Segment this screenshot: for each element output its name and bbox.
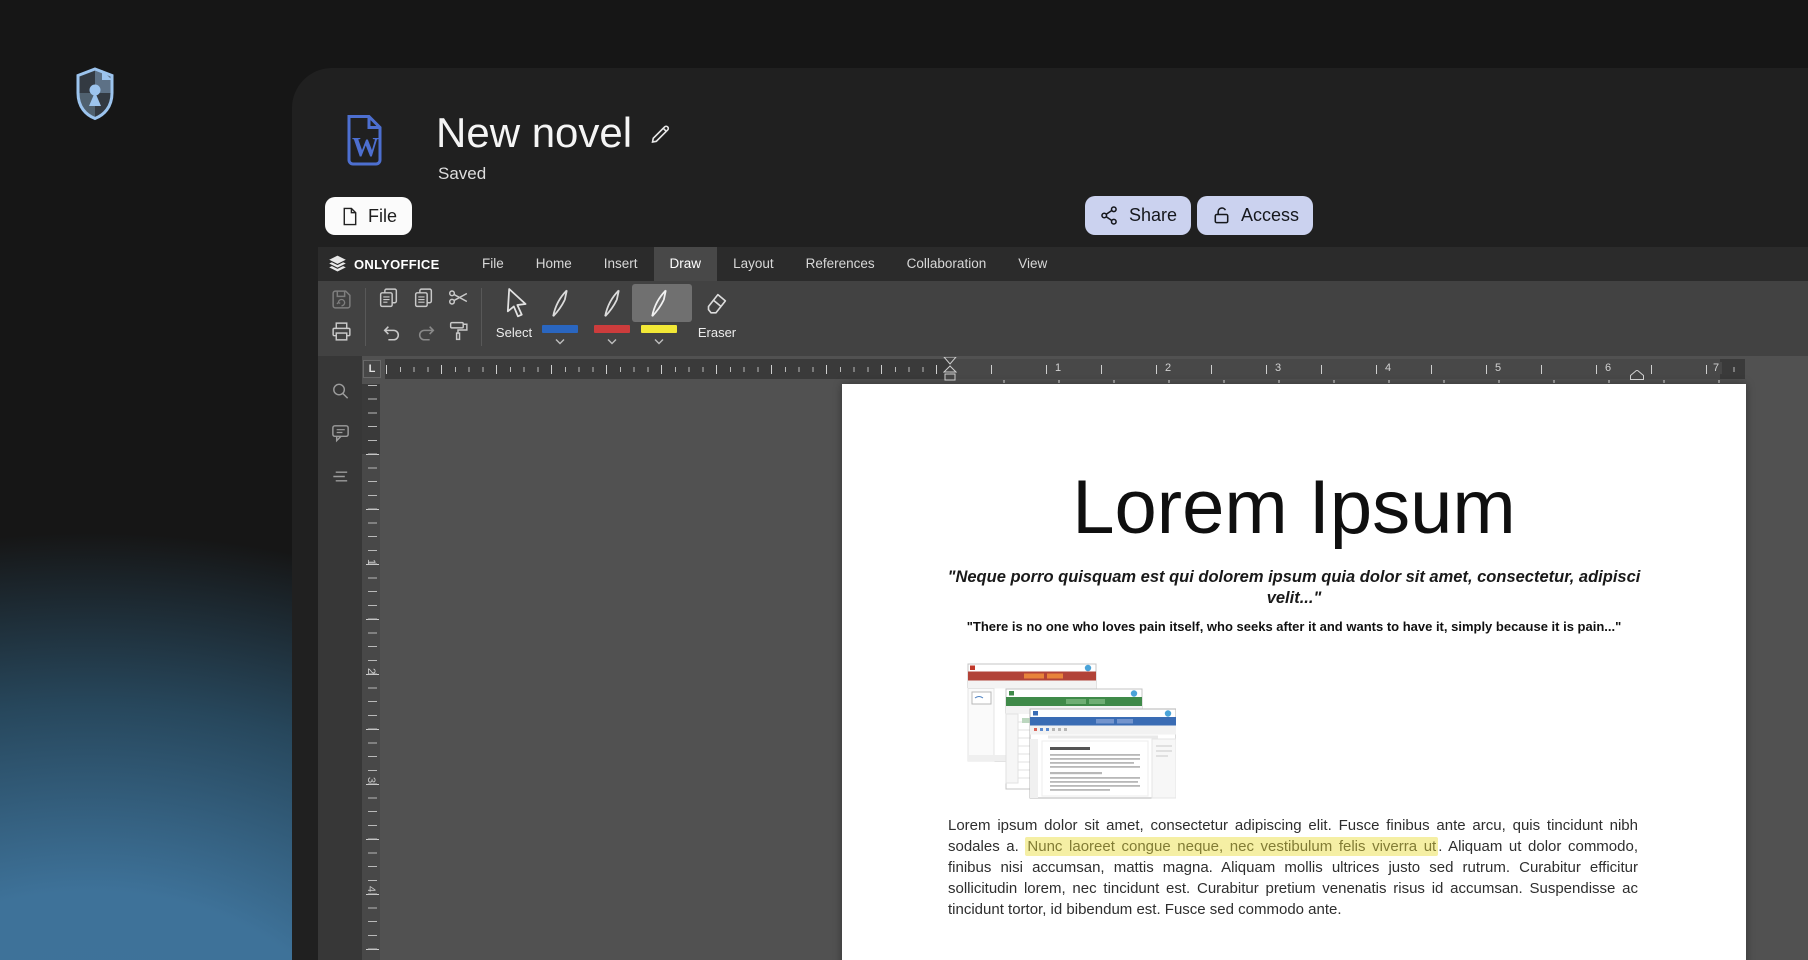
secure-docs-shield-icon[interactable] (72, 66, 118, 122)
tab-draw[interactable]: Draw (654, 247, 718, 281)
search-icon[interactable] (330, 381, 351, 402)
pen-red-icon[interactable] (597, 286, 627, 322)
ruler-number: 3 (365, 773, 377, 787)
headings-navigation-icon[interactable] (330, 466, 351, 487)
tab-file[interactable]: File (466, 247, 520, 281)
save-status: Saved (438, 164, 486, 184)
left-sidebar (318, 356, 362, 960)
share-icon (1099, 205, 1120, 226)
copy-icon[interactable] (377, 286, 400, 309)
pen-blue-chevron-icon[interactable] (554, 338, 566, 345)
ruler-number: 4 (365, 882, 377, 896)
document-heading: Lorem Ipsum (842, 468, 1746, 548)
ruler-number: 1 (365, 555, 377, 569)
ruler-number: 6 (1602, 362, 1614, 374)
toolbar-divider (481, 288, 482, 346)
onlyoffice-editor: ONLYOFFICE File Home Insert Draw Layout … (318, 247, 1808, 960)
document-title: New novel (436, 108, 632, 158)
quote-bold: "There is no one who loves pain itself, … (842, 619, 1746, 634)
highlighter-icon[interactable] (644, 286, 674, 322)
blue-window (1030, 709, 1176, 798)
ruler-number: 4 (1382, 362, 1394, 374)
unlock-icon (1211, 205, 1232, 226)
tab-view[interactable]: View (1002, 247, 1063, 281)
undo-icon[interactable] (380, 322, 403, 345)
onlyoffice-logo-icon (328, 255, 347, 274)
tab-insert[interactable]: Insert (588, 247, 654, 281)
document-panel: W New novel Saved File Share (292, 68, 1808, 960)
pen-blue-icon[interactable] (545, 286, 575, 322)
cut-icon[interactable] (447, 286, 470, 309)
document-title-row: New novel (436, 108, 673, 158)
file-icon (340, 206, 359, 227)
tab-stop-selector[interactable]: L (363, 360, 381, 378)
access-button-label: Access (1241, 205, 1299, 226)
share-button-label: Share (1129, 205, 1177, 226)
share-button[interactable]: Share (1085, 196, 1191, 235)
brand-label: ONLYOFFICE (354, 257, 440, 272)
body-paragraph: Lorem ipsum dolor sit amet, consectetur … (948, 816, 1638, 921)
toolbar-divider (365, 288, 366, 346)
quote-italic: "Neque porro quisquam est qui dolorem ip… (941, 567, 1647, 609)
onlyoffice-brand: ONLYOFFICE (318, 247, 466, 281)
ruler-number: 2 (1162, 362, 1174, 374)
highlighter-color-bar[interactable] (641, 325, 677, 333)
right-indent-marker[interactable] (1630, 370, 1644, 380)
pen-blue-color-bar[interactable] (542, 325, 578, 333)
tab-home[interactable]: Home (520, 247, 588, 281)
ruler-number: 7 (1710, 362, 1722, 374)
highlighter-chevron-icon[interactable] (653, 338, 665, 345)
copy-style-icon[interactable] (447, 319, 470, 342)
tab-collaboration[interactable]: Collaboration (891, 247, 1003, 281)
vertical-ruler[interactable]: 1 2 3 4 (362, 384, 380, 960)
select-tool-icon[interactable] (501, 286, 531, 322)
pen-red-chevron-icon[interactable] (606, 338, 618, 345)
pen-red-color-bar[interactable] (594, 325, 630, 333)
ruler-number: 1 (1052, 362, 1064, 374)
desktop-background: W New novel Saved File Share (0, 0, 1808, 960)
default-tab-stops (950, 380, 1720, 383)
access-button[interactable]: Access (1197, 196, 1313, 235)
rename-pencil-icon[interactable] (648, 121, 673, 146)
eraser-icon[interactable] (702, 289, 730, 319)
horizontal-ruler[interactable]: 1 2 3 4 5 6 7 (385, 359, 1745, 379)
word-document-icon: W (342, 114, 386, 166)
document-page[interactable]: Lorem Ipsum "Neque porro quisquam est qu… (842, 384, 1746, 960)
comments-icon[interactable] (330, 422, 351, 443)
file-button-label: File (368, 206, 397, 227)
ruler-number: 5 (1492, 362, 1504, 374)
tab-references[interactable]: References (790, 247, 891, 281)
ruler-top-margin (362, 384, 380, 454)
editor-workspace: L 1 2 3 4 5 6 7 (318, 356, 1808, 960)
print-icon[interactable] (330, 320, 353, 343)
ruler-number: 2 (365, 664, 377, 678)
editor-tab-bar: ONLYOFFICE File Home Insert Draw Layout … (318, 247, 1808, 281)
draw-toolbar: Select (318, 281, 1808, 356)
file-button[interactable]: File (325, 197, 412, 235)
tab-layout[interactable]: Layout (717, 247, 790, 281)
redo-icon[interactable] (415, 322, 438, 345)
paste-icon[interactable] (412, 286, 435, 309)
editors-screenshot-image[interactable] (966, 662, 1176, 799)
doc-letter: W (352, 132, 379, 162)
select-tool-label[interactable]: Select (484, 325, 544, 340)
save-icon[interactable] (330, 288, 353, 311)
ruler-number: 3 (1272, 362, 1284, 374)
indent-marker[interactable] (943, 357, 957, 381)
eraser-tool-label[interactable]: Eraser (687, 325, 747, 340)
highlighted-text: Nunc laoreet congue neque, nec vestibulu… (1025, 837, 1438, 856)
